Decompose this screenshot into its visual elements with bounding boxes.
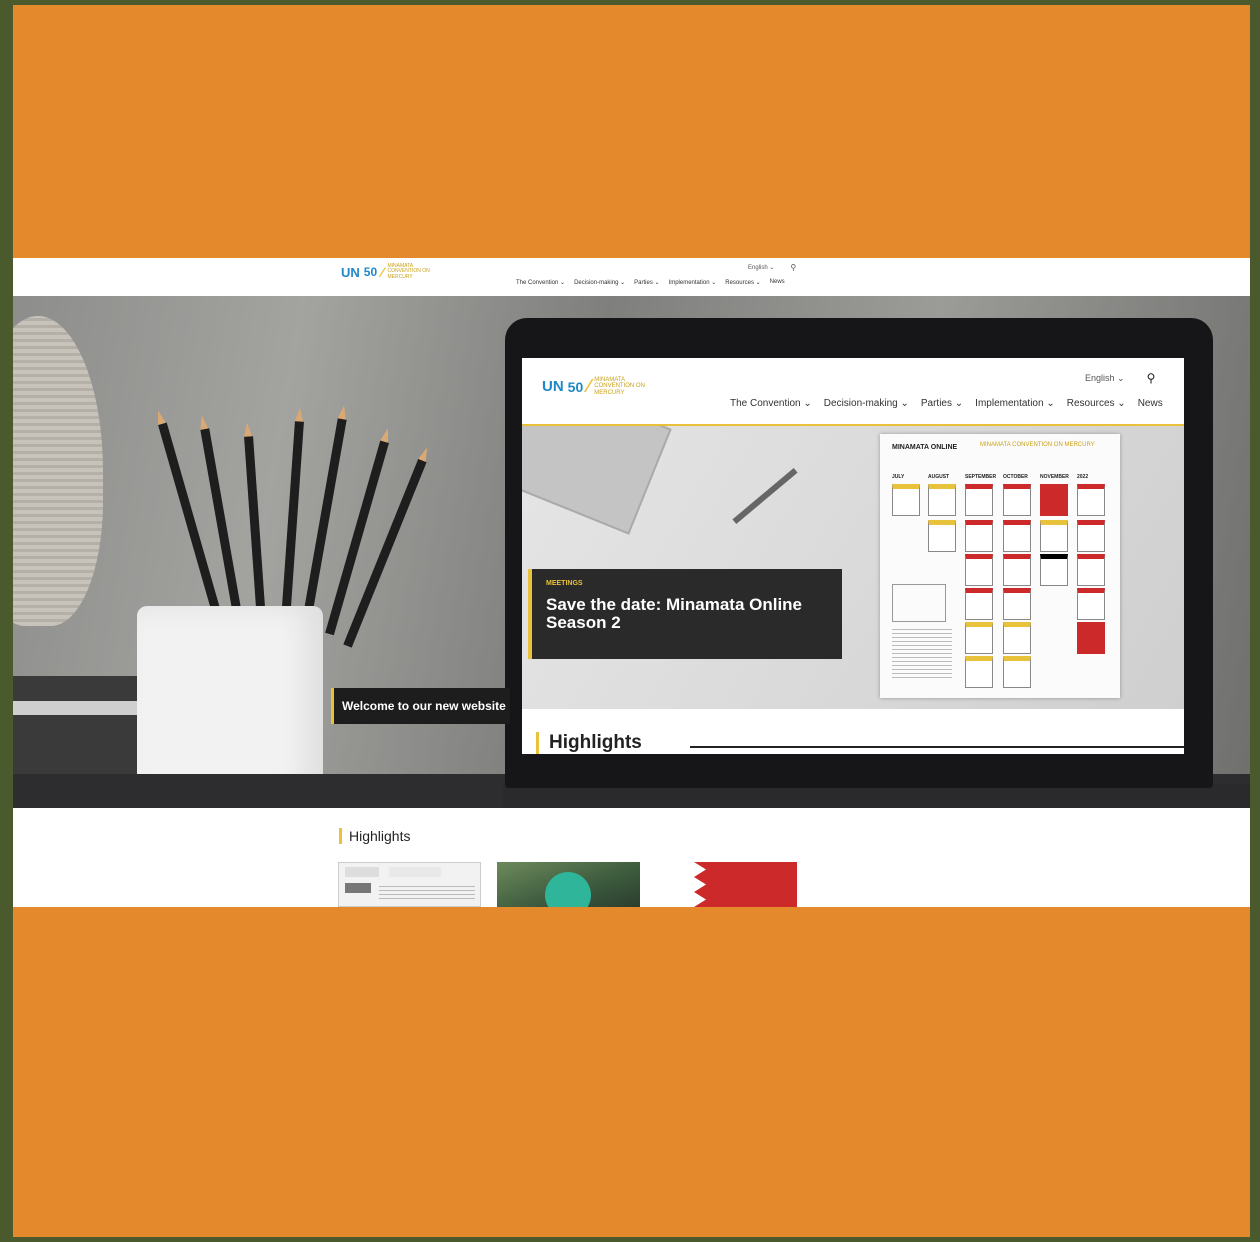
nav-parties[interactable]: Parties ⌄ — [634, 279, 659, 286]
inner-card-tag: MEETINGS — [546, 580, 583, 587]
poster-month: NOVEMBER — [1040, 474, 1069, 480]
poster-cell — [1077, 554, 1105, 586]
orange-banner-bottom — [13, 907, 1250, 1237]
orange-banner-top — [13, 5, 1250, 258]
laptop-screen: UN 50 ⁄ MINAMATA CONVENTION ON MERCURY E… — [522, 358, 1184, 754]
poster-cell — [965, 554, 993, 586]
poster-month: SEPTEMBER — [965, 474, 997, 480]
feather-icon: ⁄ — [381, 264, 384, 280]
welcome-caption[interactable]: Welcome to our new website — [331, 688, 510, 724]
un-logo: UN — [341, 264, 360, 280]
inner-feather-icon: ⁄ — [587, 376, 591, 396]
poster-cell — [1077, 588, 1105, 620]
poster-text-block — [892, 628, 952, 678]
highlight-card-photo[interactable] — [497, 862, 640, 907]
fifty-logo: 50 — [363, 265, 378, 279]
inner-nav-news: News — [1137, 398, 1163, 409]
inner-divider — [690, 746, 1184, 748]
poster-cell — [1003, 484, 1031, 516]
highlight-card-flag[interactable] — [654, 862, 797, 907]
inner-news-card: MEETINGS Save the date: Minamata Online … — [528, 569, 842, 659]
pencil — [281, 421, 304, 622]
poster-cell — [928, 484, 956, 516]
search-icon[interactable]: ⚲ — [790, 263, 796, 272]
inner-nav-resources: Resources ⌄ — [1066, 398, 1126, 409]
thumb-poster-title — [345, 867, 379, 877]
poster-title: MINAMATA ONLINE — [892, 444, 958, 451]
inner-site-header: UN 50 ⁄ MINAMATA CONVENTION ON MERCURY E… — [522, 358, 1184, 426]
thumb-poster-lines — [379, 883, 475, 899]
poster-cell — [1003, 554, 1031, 586]
poster-cell — [1077, 484, 1105, 516]
inner-card-title: Save the date: Minamata Online Season 2 — [546, 595, 803, 632]
poster-cell — [965, 520, 993, 552]
nav-implementation[interactable]: Implementation ⌄ — [669, 279, 717, 286]
language-select[interactable]: English ⌄ — [748, 264, 774, 271]
minamata-online-poster: MINAMATA ONLINE MINAMATA CONVENTION ON M… — [880, 434, 1120, 698]
highlight-card-poster[interactable] — [338, 862, 481, 907]
inner-highlights-heading: Highlights — [536, 732, 642, 754]
inner-language-select: English ⌄ — [1085, 372, 1125, 383]
poster-cell — [965, 656, 993, 688]
inner-nav-parties: Parties ⌄ — [920, 398, 964, 409]
poster-month: JULY — [892, 474, 905, 480]
highlights-heading: Highlights — [339, 828, 410, 844]
inner-search-icon: ⚲ — [1146, 371, 1156, 385]
main-nav: The Convention ⌄ Decision-making ⌄ Parti… — [516, 279, 785, 286]
site-header: UN 50 ⁄ MINAMATA CONVENTION ON MERCURY E… — [13, 258, 1250, 298]
website-screenshot: UN 50 ⁄ MINAMATA CONVENTION ON MERCURY E… — [13, 258, 1250, 907]
inner-convention-logo-text: MINAMATA CONVENTION ON MERCURY — [594, 377, 645, 396]
poster-cell — [1040, 520, 1068, 552]
poster-cell — [1077, 520, 1105, 552]
welcome-caption-text: Welcome to our new website — [342, 699, 506, 713]
inner-un-logo: UN — [542, 378, 564, 395]
convention-logo-text: MINAMATA CONVENTION ON MERCURY — [387, 263, 430, 280]
inner-nav-decision-making: Decision-making ⌄ — [823, 398, 909, 409]
poster-month: AUGUST — [928, 474, 950, 480]
inner-hero: MEETINGS Save the date: Minamata Online … — [522, 426, 1184, 709]
poster-cell — [1077, 622, 1105, 654]
nav-the-convention[interactable]: The Convention ⌄ — [516, 279, 565, 286]
nav-news[interactable]: News — [770, 279, 785, 286]
inner-nav-implementation: Implementation ⌄ — [975, 398, 1055, 409]
thumb-poster-block — [345, 883, 371, 893]
laptop: UN 50 ⁄ MINAMATA CONVENTION ON MERCURY E… — [505, 318, 1213, 788]
inner-utility-bar: English ⌄ ⚲ — [1085, 371, 1155, 385]
inner-nav-the-convention: The Convention ⌄ — [730, 398, 812, 409]
inner-fifty-logo: 50 — [567, 378, 584, 395]
notebooks-image — [13, 676, 153, 776]
poster-legend-box — [892, 584, 946, 622]
inner-laptop-image — [522, 426, 672, 535]
thumb-photo-ball — [545, 872, 591, 907]
thumb-poster-text — [389, 867, 441, 877]
nav-decision-making[interactable]: Decision-making ⌄ — [574, 279, 625, 286]
inner-pen-image — [732, 467, 798, 525]
poster-cell — [1040, 554, 1068, 586]
utility-bar: English ⌄ ⚲ — [748, 263, 796, 272]
site-logo[interactable]: UN 50 ⁄ MINAMATA CONVENTION ON MERCURY — [341, 264, 435, 280]
poster-cell — [1003, 656, 1031, 688]
vase-image — [13, 316, 103, 626]
nav-resources[interactable]: Resources ⌄ — [725, 279, 760, 286]
poster-logo: MINAMATA CONVENTION ON MERCURY — [980, 442, 1095, 448]
inner-site-logo: UN 50 ⁄ MINAMATA CONVENTION ON MERCURY — [542, 376, 654, 397]
poster-cell — [1003, 588, 1031, 620]
hero-banner[interactable]: UN 50 ⁄ MINAMATA CONVENTION ON MERCURY E… — [13, 296, 1250, 808]
poster-month: 2022 — [1077, 474, 1089, 480]
poster-cell — [1003, 520, 1031, 552]
poster-cell — [965, 484, 993, 516]
poster-cell — [892, 484, 920, 516]
bahrain-flag-image — [654, 862, 797, 907]
poster-cell — [1040, 484, 1068, 516]
poster-cell — [928, 520, 956, 552]
poster-cell — [965, 622, 993, 654]
inner-main-nav: The Convention ⌄ Decision-making ⌄ Parti… — [730, 398, 1163, 409]
poster-month: OCTOBER — [1003, 474, 1028, 480]
poster-cell — [1003, 622, 1031, 654]
poster-cell — [965, 588, 993, 620]
pencil-cup — [137, 606, 323, 798]
